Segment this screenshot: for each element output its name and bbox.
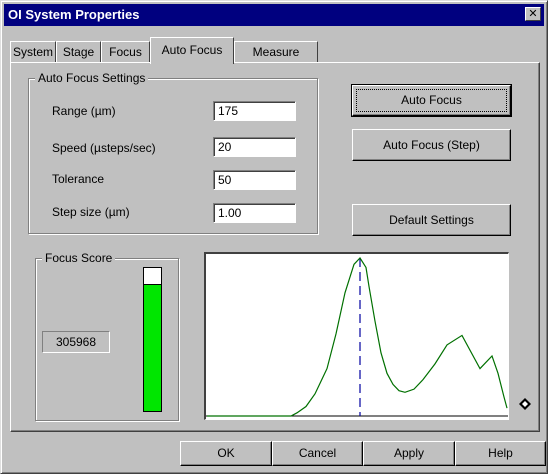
focus-curve-line-0 bbox=[207, 257, 508, 417]
close-icon: ✕ bbox=[528, 8, 538, 20]
default-settings-button[interactable]: Default Settings bbox=[352, 204, 511, 236]
apply-button[interactable]: Apply bbox=[363, 441, 455, 466]
focus-score-value: 305968 bbox=[42, 331, 110, 353]
focus-score-meter-fill bbox=[144, 283, 161, 411]
window-title: OI System Properties bbox=[8, 7, 140, 22]
tolerance-input[interactable]: 50 bbox=[213, 170, 296, 190]
focus-score-group-title: Focus Score bbox=[42, 251, 116, 265]
tab-focus-label: Focus bbox=[109, 45, 142, 59]
speed-input[interactable]: 20 bbox=[213, 137, 296, 157]
focus-curve-plot bbox=[206, 257, 508, 417]
tab-stage[interactable]: Stage bbox=[56, 41, 101, 63]
cancel-button-label: Cancel bbox=[298, 446, 337, 460]
step-size-label: Step size (µm) bbox=[52, 205, 130, 219]
apply-button-label: Apply bbox=[393, 446, 425, 460]
tab-stage-label: Stage bbox=[62, 45, 95, 59]
tab-auto-focus-label: Auto Focus bbox=[161, 43, 223, 57]
tolerance-label: Tolerance bbox=[52, 172, 105, 186]
tab-measure-label: Measure bbox=[252, 45, 300, 59]
help-button[interactable]: Help bbox=[455, 441, 546, 466]
auto-focus-step-button[interactable]: Auto Focus (Step) bbox=[352, 129, 511, 161]
cancel-button[interactable]: Cancel bbox=[272, 441, 363, 466]
range-label: Range (µm) bbox=[52, 104, 116, 118]
focus-ring bbox=[356, 89, 507, 112]
diamond-marker-icon[interactable] bbox=[518, 397, 532, 411]
tab-focus[interactable]: Focus bbox=[101, 41, 150, 63]
step-size-input[interactable]: 1.00 bbox=[213, 203, 296, 223]
range-input[interactable]: 175 bbox=[213, 101, 296, 121]
help-button-label: Help bbox=[488, 446, 513, 460]
speed-label: Speed (µsteps/sec) bbox=[52, 141, 156, 155]
tab-auto-focus[interactable]: Auto Focus bbox=[150, 37, 234, 64]
tab-system[interactable]: System bbox=[10, 41, 56, 63]
ok-button[interactable]: OK bbox=[180, 441, 272, 466]
ok-button-label: OK bbox=[217, 446, 235, 460]
focus-curve-chart bbox=[204, 252, 509, 420]
tab-measure[interactable]: Measure bbox=[234, 41, 318, 63]
title-bar[interactable]: OI System Properties ✕ bbox=[4, 4, 544, 26]
focus-score-meter bbox=[143, 267, 162, 412]
default-settings-button-label: Default Settings bbox=[389, 213, 474, 227]
auto-focus-step-button-label: Auto Focus (Step) bbox=[383, 138, 480, 152]
settings-group-title: Auto Focus Settings bbox=[35, 71, 149, 85]
close-button[interactable]: ✕ bbox=[525, 7, 541, 21]
tab-system-label: System bbox=[12, 45, 53, 59]
auto-focus-button[interactable]: Auto Focus bbox=[351, 84, 512, 117]
